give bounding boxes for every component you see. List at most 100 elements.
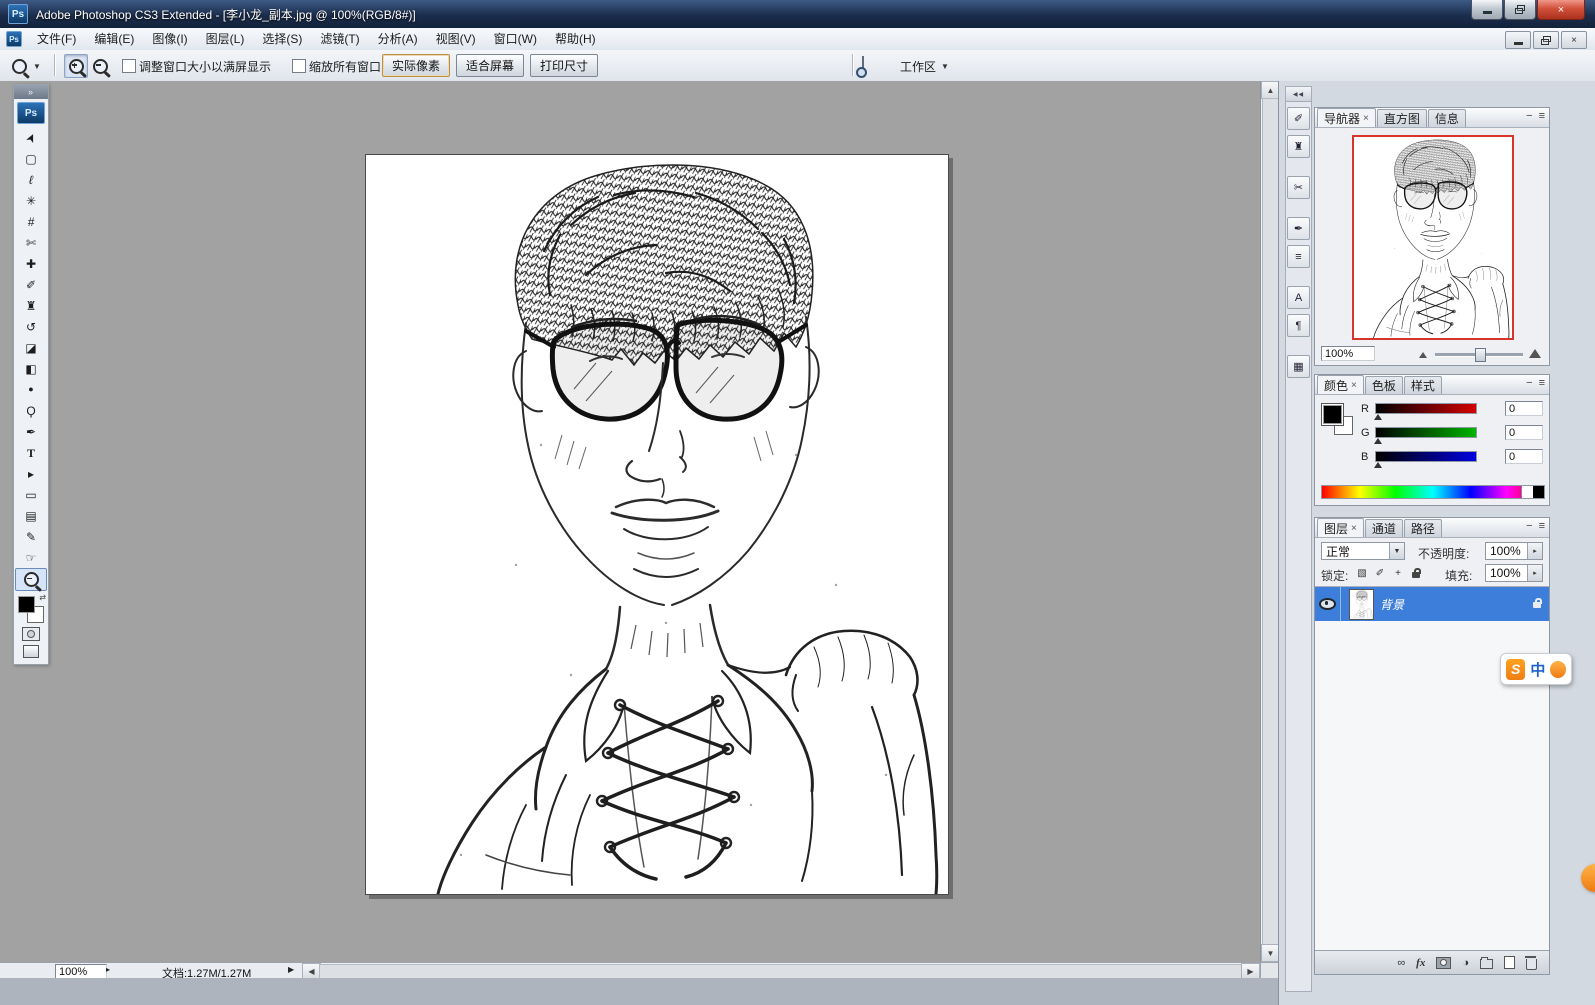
doc-close-button[interactable]: × — [1561, 31, 1587, 49]
red-slider-marker[interactable] — [1374, 414, 1382, 420]
navigator-preview[interactable] — [1352, 135, 1514, 340]
foreground-color-swatch[interactable] — [18, 596, 35, 613]
color-spectrum-ramp[interactable] — [1321, 485, 1545, 499]
spinner-icon[interactable]: ▸ — [1527, 543, 1542, 559]
menu-analysis[interactable]: 分析(A) — [369, 28, 427, 50]
panel-minimize-icon[interactable]: − — [1526, 377, 1532, 389]
green-channel-slider[interactable] — [1375, 427, 1477, 438]
green-value-field[interactable]: 0 — [1505, 425, 1543, 440]
clone-source-panel-icon[interactable]: ♜ — [1287, 135, 1310, 158]
window-restore-button[interactable] — [1504, 0, 1536, 20]
status-zoom-field[interactable]: 100% — [55, 964, 107, 979]
red-value-field[interactable]: 0 — [1505, 401, 1543, 416]
zoom-out-mode-button[interactable] — [88, 54, 112, 78]
link-layers-button[interactable]: ∞ — [1397, 957, 1405, 969]
eraser-tool[interactable]: ◪ — [15, 337, 47, 358]
dodge-tool[interactable]: Ϙ — [15, 400, 47, 421]
slice-tool[interactable]: ✄ — [15, 232, 47, 253]
zoom-all-windows-checkbox[interactable] — [292, 59, 306, 73]
window-minimize-button[interactable] — [1471, 0, 1503, 20]
doc-restore-button[interactable] — [1533, 31, 1559, 49]
menu-edit[interactable]: 编辑(E) — [85, 28, 143, 50]
tab-close-icon[interactable]: × — [1363, 113, 1369, 124]
new-layer-button[interactable] — [1504, 956, 1515, 969]
quick-mask-button[interactable] — [22, 627, 40, 641]
red-channel-slider[interactable] — [1375, 403, 1477, 414]
blend-mode-dropdown[interactable]: 正常 ▼ — [1321, 542, 1405, 560]
tab-swatches[interactable]: 色板 — [1365, 376, 1403, 394]
type-tool[interactable]: T — [15, 442, 47, 463]
actual-pixels-button[interactable]: 实际像素 — [382, 54, 450, 77]
adjustment-layer-button[interactable]: ◑ — [1462, 957, 1469, 969]
info-panel-icon[interactable]: ▦ — [1287, 355, 1310, 378]
move-tool[interactable]: ➤ — [15, 127, 47, 148]
navigator-slider-thumb[interactable] — [1475, 348, 1486, 362]
blur-tool[interactable]: ● — [15, 379, 47, 400]
menu-select[interactable]: 选择(S) — [253, 28, 311, 50]
ime-toolbar[interactable]: S 中 — [1500, 653, 1572, 685]
layer-thumbnail[interactable] — [1349, 589, 1374, 620]
status-proxy-icon[interactable]: ▸ — [106, 965, 110, 974]
zoom-out-mountain-icon[interactable] — [1419, 352, 1427, 358]
paragraph-panel-icon[interactable]: ¶ — [1287, 314, 1310, 337]
ps-logo-button[interactable]: Ps — [17, 102, 45, 124]
crop-tool[interactable]: # — [15, 211, 47, 232]
brush-tool[interactable]: ✐ — [15, 274, 47, 295]
menu-filter[interactable]: 滤镜(T) — [311, 28, 368, 50]
hand-tool[interactable]: ☞ — [15, 547, 47, 568]
tab-navigator[interactable]: 导航器 × — [1317, 108, 1376, 127]
new-group-button[interactable] — [1480, 956, 1493, 969]
menu-image[interactable]: 图像(I) — [143, 28, 196, 50]
spinner-icon[interactable]: ▸ — [1527, 565, 1542, 581]
navigator-zoom-slider[interactable] — [1435, 353, 1523, 357]
title-bar[interactable]: Ps Adobe Photoshop CS3 Extended - [李小龙_副… — [0, 0, 1595, 28]
path-selection-tool[interactable]: ▸ — [15, 463, 47, 484]
menu-layer[interactable]: 图层(L) — [197, 28, 254, 50]
tab-styles[interactable]: 样式 — [1404, 376, 1442, 394]
eyedropper-tool[interactable]: ✎ — [15, 526, 47, 547]
fill-field[interactable]: 100% ▸ — [1485, 564, 1543, 582]
lock-position-button[interactable]: + — [1389, 564, 1407, 582]
screen-mode-button[interactable] — [23, 645, 39, 658]
horizontal-scroll-thumb[interactable] — [319, 964, 1243, 979]
layer-style-button[interactable]: fx — [1416, 957, 1425, 969]
spectrum-black-swatch[interactable] — [1533, 486, 1544, 498]
zoom-in-mode-button[interactable] — [64, 54, 88, 78]
rectangle-tool[interactable]: ▭ — [15, 484, 47, 505]
panel-minimize-icon[interactable]: − — [1526, 520, 1532, 532]
horizontal-scrollbar[interactable]: ◀ ▶ — [302, 963, 1260, 978]
tab-histogram[interactable]: 直方图 — [1377, 109, 1427, 127]
zoom-tool[interactable] — [15, 568, 47, 591]
history-brush-tool[interactable]: ↺ — [15, 316, 47, 337]
foreground-color-swatch[interactable] — [1323, 405, 1342, 424]
tab-close-icon[interactable]: × — [1351, 380, 1357, 391]
panel-menu-icon[interactable]: ≡ — [1539, 110, 1545, 122]
tab-info[interactable]: 信息 — [1428, 109, 1466, 127]
status-menu-button[interactable]: ▶ — [288, 965, 294, 974]
sogou-ime-icon[interactable]: S — [1506, 659, 1525, 680]
palette-grip[interactable]: » — [14, 85, 48, 99]
blue-channel-slider[interactable] — [1375, 451, 1477, 462]
ime-hand-icon[interactable] — [1550, 661, 1566, 678]
tool-preset-dropdown-icon[interactable]: ▼ — [33, 62, 41, 71]
zoom-tool-preset[interactable] — [12, 59, 27, 79]
blue-value-field[interactable]: 0 — [1505, 449, 1543, 464]
lasso-tool[interactable]: ℓ — [15, 169, 47, 190]
panel-minimize-icon[interactable]: − — [1526, 110, 1532, 122]
menu-help[interactable]: 帮助(H) — [546, 28, 605, 50]
menu-window[interactable]: 窗口(W) — [485, 28, 546, 50]
panel-menu-icon[interactable]: ≡ — [1539, 377, 1545, 389]
spectrum-white-swatch[interactable] — [1521, 486, 1533, 498]
pen-tool[interactable]: ✒ — [15, 421, 47, 442]
menu-view[interactable]: 视图(V) — [427, 28, 485, 50]
healing-brush-tool[interactable]: ✚ — [15, 253, 47, 274]
character-panel-icon[interactable]: A — [1287, 286, 1310, 309]
tab-color[interactable]: 颜色 × — [1317, 375, 1364, 394]
marquee-tool[interactable]: ▢ — [15, 148, 47, 169]
tool-presets-panel-icon[interactable]: ✂ — [1287, 176, 1310, 199]
notes-tool[interactable]: ▤ — [15, 505, 47, 526]
swap-colors-icon[interactable]: ⇄ — [39, 593, 46, 602]
resize-window-checkbox[interactable] — [122, 59, 136, 73]
go-to-bridge-button[interactable] — [862, 57, 864, 75]
tab-close-icon[interactable]: × — [1351, 523, 1357, 534]
